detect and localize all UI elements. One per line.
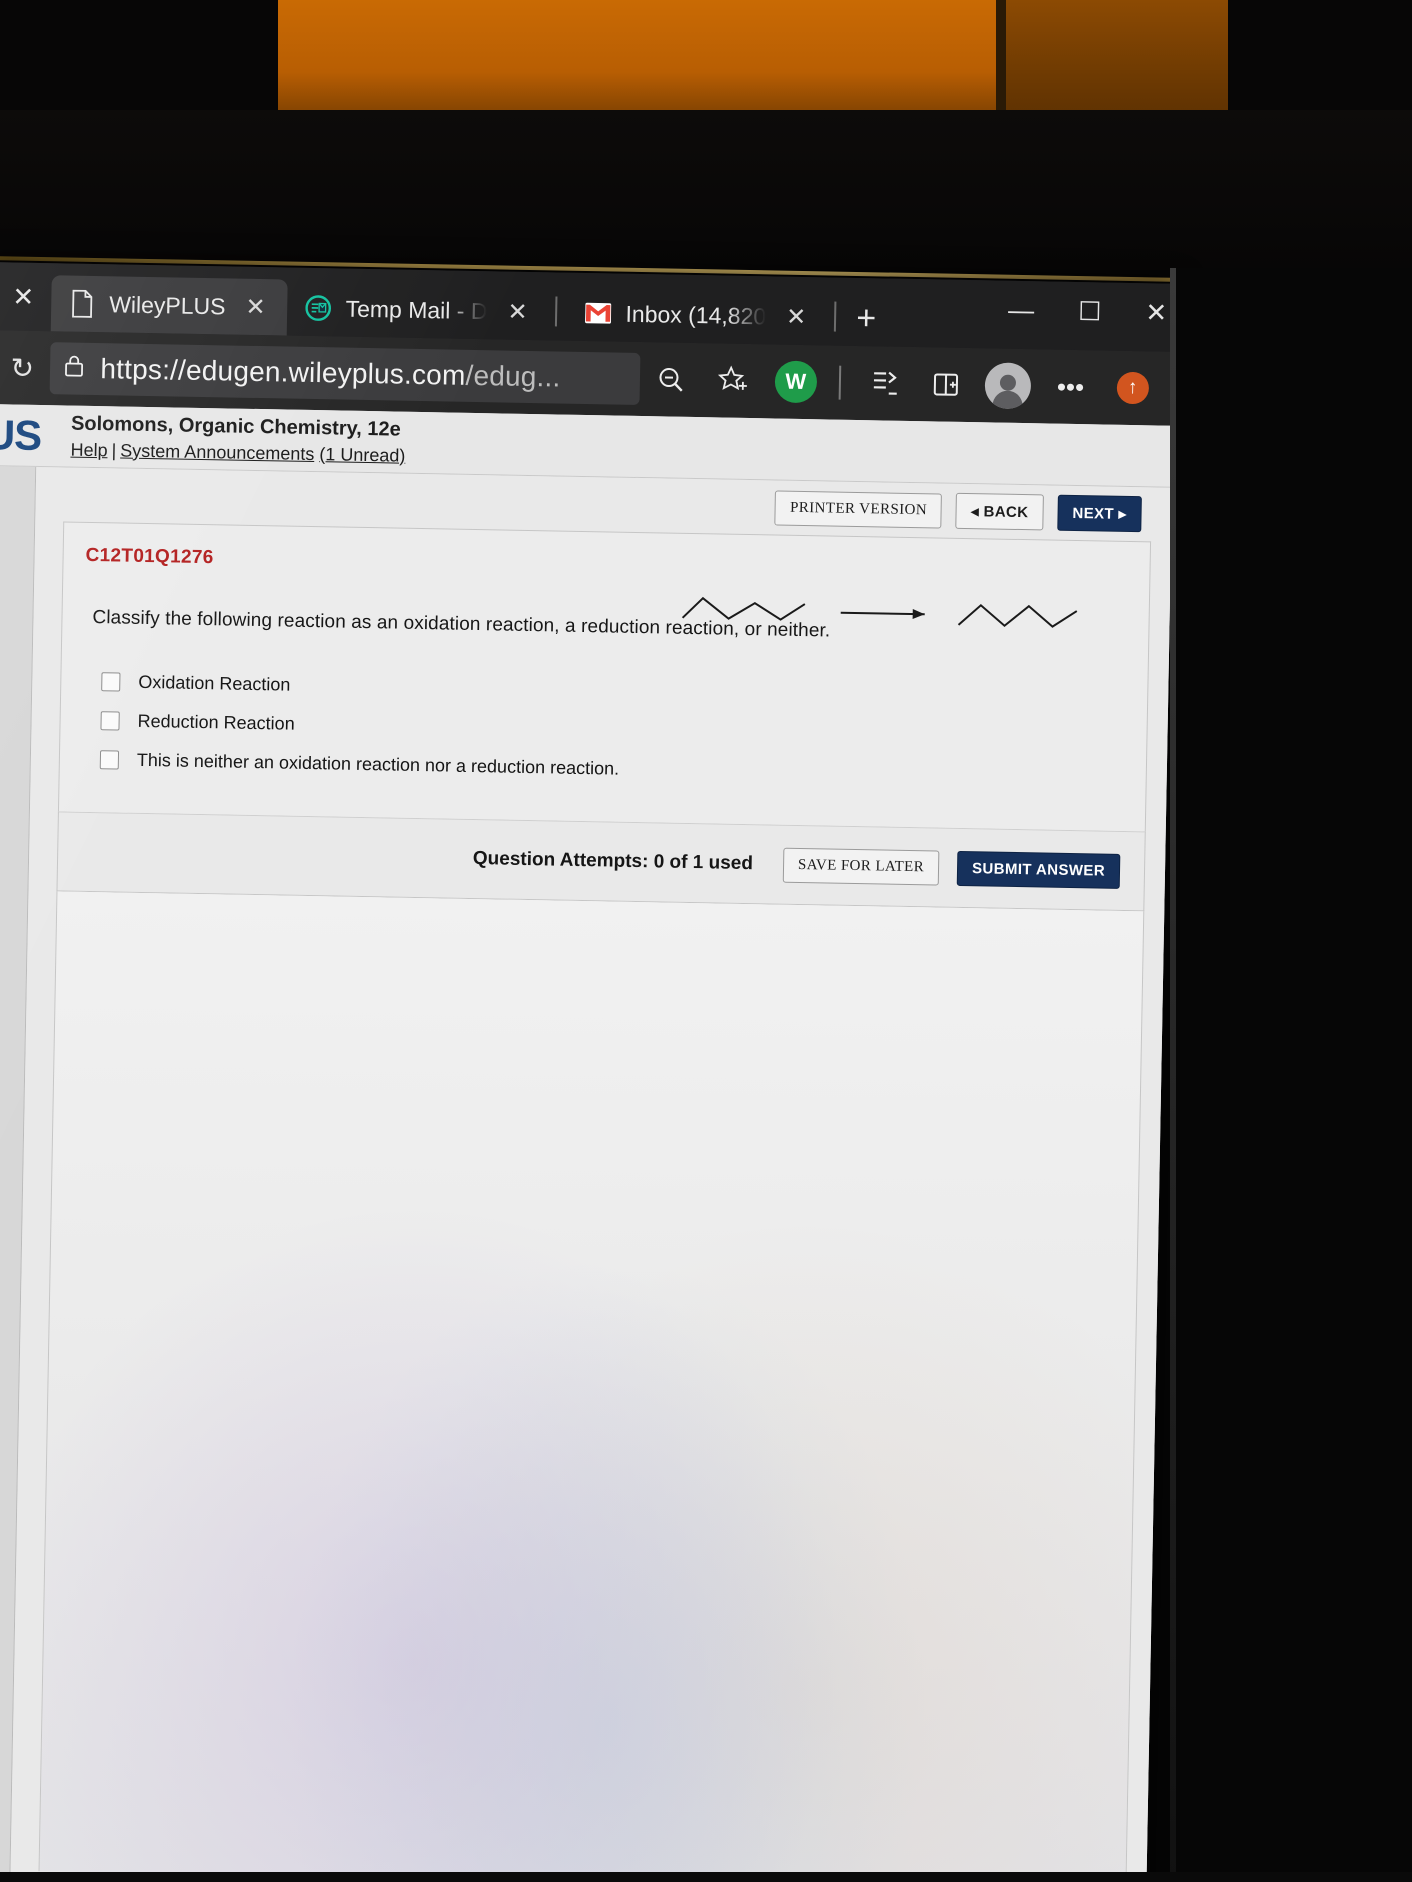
- tab-close-icon[interactable]: ✕: [780, 302, 813, 332]
- profile-avatar[interactable]: [977, 359, 1040, 412]
- toolbar-separator: [838, 365, 842, 400]
- header-links: Help | System Announcements (1 Unread): [70, 439, 405, 466]
- tab-close-leftmost[interactable]: ✕: [0, 262, 52, 331]
- tab-close-icon[interactable]: ✕: [501, 297, 534, 327]
- url-path: /edug...: [465, 359, 561, 393]
- photo-bottom-edge: [0, 1872, 1412, 1882]
- maximize-button[interactable]: ☐: [1078, 296, 1102, 326]
- option-reduction[interactable]: Reduction Reaction: [100, 710, 1146, 750]
- course-info: Solomons, Organic Chemistry, 12e Help | Sy…: [54, 412, 406, 466]
- new-tab-button[interactable]: +: [846, 299, 893, 347]
- main-content: PRINTER VERSION ◂ BACK NEXT ▸ C12T01Q127…: [10, 466, 1173, 1882]
- checkbox-oxidation[interactable]: [101, 672, 121, 692]
- photo-right-dark-edge: [1176, 268, 1412, 1882]
- close-window-button[interactable]: ✕: [1145, 297, 1167, 327]
- option-neither[interactable]: This is neither an oxidation reaction no…: [99, 749, 1146, 789]
- option-label: This is neither an oxidation reaction no…: [136, 749, 620, 779]
- tab-separator: [555, 296, 558, 327]
- question-whitespace-pane: [38, 891, 1145, 1882]
- tab-gmail-inbox[interactable]: Inbox (14,820 ✕: [567, 285, 829, 346]
- split-screen-icon[interactable]: [915, 358, 978, 411]
- zoom-out-icon[interactable]: [640, 353, 703, 406]
- minimize-button[interactable]: —: [1008, 295, 1035, 325]
- room-dark-wall: [0, 110, 1412, 270]
- room-orange-wall-right: [998, 0, 1228, 120]
- save-for-later-button[interactable]: SAVE FOR LATER: [782, 847, 940, 886]
- address-bar[interactable]: https://edugen.wileyplus.com/edug...: [49, 342, 641, 406]
- more-options-icon[interactable]: •••: [1039, 360, 1102, 413]
- product-structure: [957, 603, 1078, 628]
- unread-count-link[interactable]: (1 Unread): [319, 444, 405, 466]
- tab-close-icon[interactable]: ✕: [239, 292, 272, 322]
- browser-window: ✕ WileyPLUS ✕ Temp Mail - D ✕ Inbox (14,…: [0, 262, 1176, 1882]
- url-text: https://edugen.wileyplus.com/edug...: [100, 353, 561, 393]
- course-title: Solomons, Organic Chemistry, 12e: [70, 412, 401, 441]
- option-label: Reduction Reaction: [137, 710, 295, 734]
- lock-icon: [64, 353, 85, 383]
- wileyplus-logo[interactable]: US: [0, 410, 55, 459]
- tab-title: Temp Mail - D: [345, 295, 488, 324]
- submit-answer-button[interactable]: SUBMIT ANSWER: [956, 850, 1121, 889]
- gmail-icon: [585, 298, 612, 328]
- wileyplus-page: US Solomons, Organic Chemistry, 12e Help…: [0, 403, 1174, 1882]
- favorites-star-icon[interactable]: [702, 354, 765, 407]
- wileyplus-body: ES on udy PRINTER VERSION ◂ BACK NEXT ▸ …: [0, 465, 1173, 1882]
- wiley-extension-badge[interactable]: W: [764, 355, 827, 408]
- url-origin: https://edugen.wileyplus.com: [100, 353, 466, 391]
- checkbox-reduction[interactable]: [100, 711, 120, 731]
- tab-wileyplus[interactable]: WileyPLUS ✕: [50, 275, 289, 336]
- checkbox-neither[interactable]: [99, 750, 120, 770]
- tab-separator: [834, 301, 837, 332]
- reaction-arrow-head: [912, 609, 925, 620]
- system-announcements-link[interactable]: System Announcements: [120, 440, 314, 464]
- update-available-icon[interactable]: ↑: [1101, 361, 1164, 414]
- laptop-right-bezel: [1170, 268, 1176, 1882]
- reload-icon[interactable]: ↻: [0, 351, 51, 385]
- reaction-diagram: [680, 588, 1101, 656]
- window-controls: — ☐ ✕: [1008, 295, 1168, 328]
- printer-version-button[interactable]: PRINTER VERSION: [774, 490, 943, 529]
- laptop-screen-photo: ✕ WileyPLUS ✕ Temp Mail - D ✕ Inbox (14,…: [0, 0, 1412, 1882]
- question-card: C12T01Q1276 Classify the following react…: [57, 521, 1152, 832]
- room-orange-wall: [278, 0, 998, 120]
- tempmail-icon: [305, 293, 332, 323]
- option-oxidation[interactable]: Oxidation Reaction: [101, 671, 1147, 711]
- help-link[interactable]: Help: [70, 439, 107, 460]
- reactant-structure: [681, 596, 806, 621]
- tab-title: Inbox (14,820: [625, 300, 767, 329]
- option-label: Oxidation Reaction: [138, 671, 291, 695]
- tab-title: WileyPLUS: [109, 290, 226, 319]
- question-attempts: Question Attempts: 0 of 1 used: [472, 848, 754, 875]
- room-divider: [996, 0, 1006, 120]
- tab-temp-mail[interactable]: Temp Mail - D ✕: [287, 280, 550, 341]
- next-button[interactable]: NEXT ▸: [1057, 494, 1142, 533]
- reaction-arrow: [840, 611, 925, 616]
- collections-icon[interactable]: [852, 357, 915, 410]
- document-icon: [69, 289, 96, 319]
- back-button[interactable]: ◂ BACK: [955, 492, 1044, 531]
- link-separator: |: [111, 439, 117, 460]
